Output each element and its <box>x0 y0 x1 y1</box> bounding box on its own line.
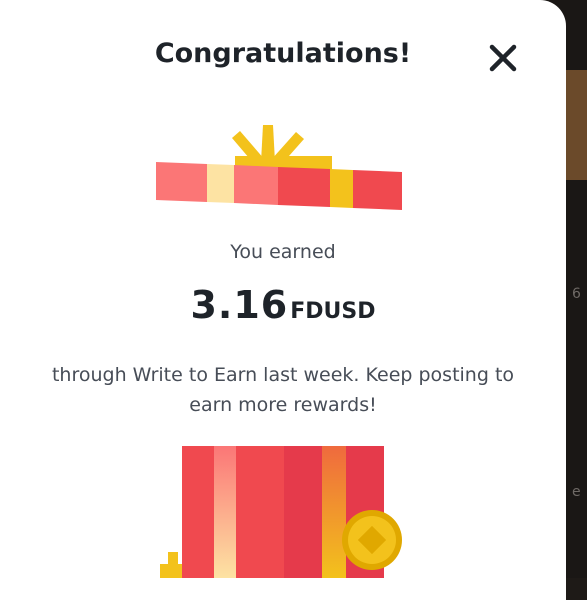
earned-label: You earned <box>230 241 336 263</box>
close-button[interactable] <box>485 40 521 76</box>
amount-value: 3.16 <box>190 283 289 327</box>
background-text: e <box>572 484 581 500</box>
gift-box-icon <box>160 446 402 578</box>
dialog-title: Congratulations! <box>154 38 412 69</box>
reward-dialog: Congratulations! You earned 3.16FDUSD th… <box>0 0 566 600</box>
gift-box-lid-icon <box>156 125 402 210</box>
reward-message: through Write to Earn last week. Keep po… <box>51 364 515 416</box>
reward-amount: 3.16FDUSD <box>0 283 566 327</box>
amount-currency: FDUSD <box>290 299 376 324</box>
close-icon <box>489 44 517 72</box>
background-text: 6 <box>572 286 581 302</box>
